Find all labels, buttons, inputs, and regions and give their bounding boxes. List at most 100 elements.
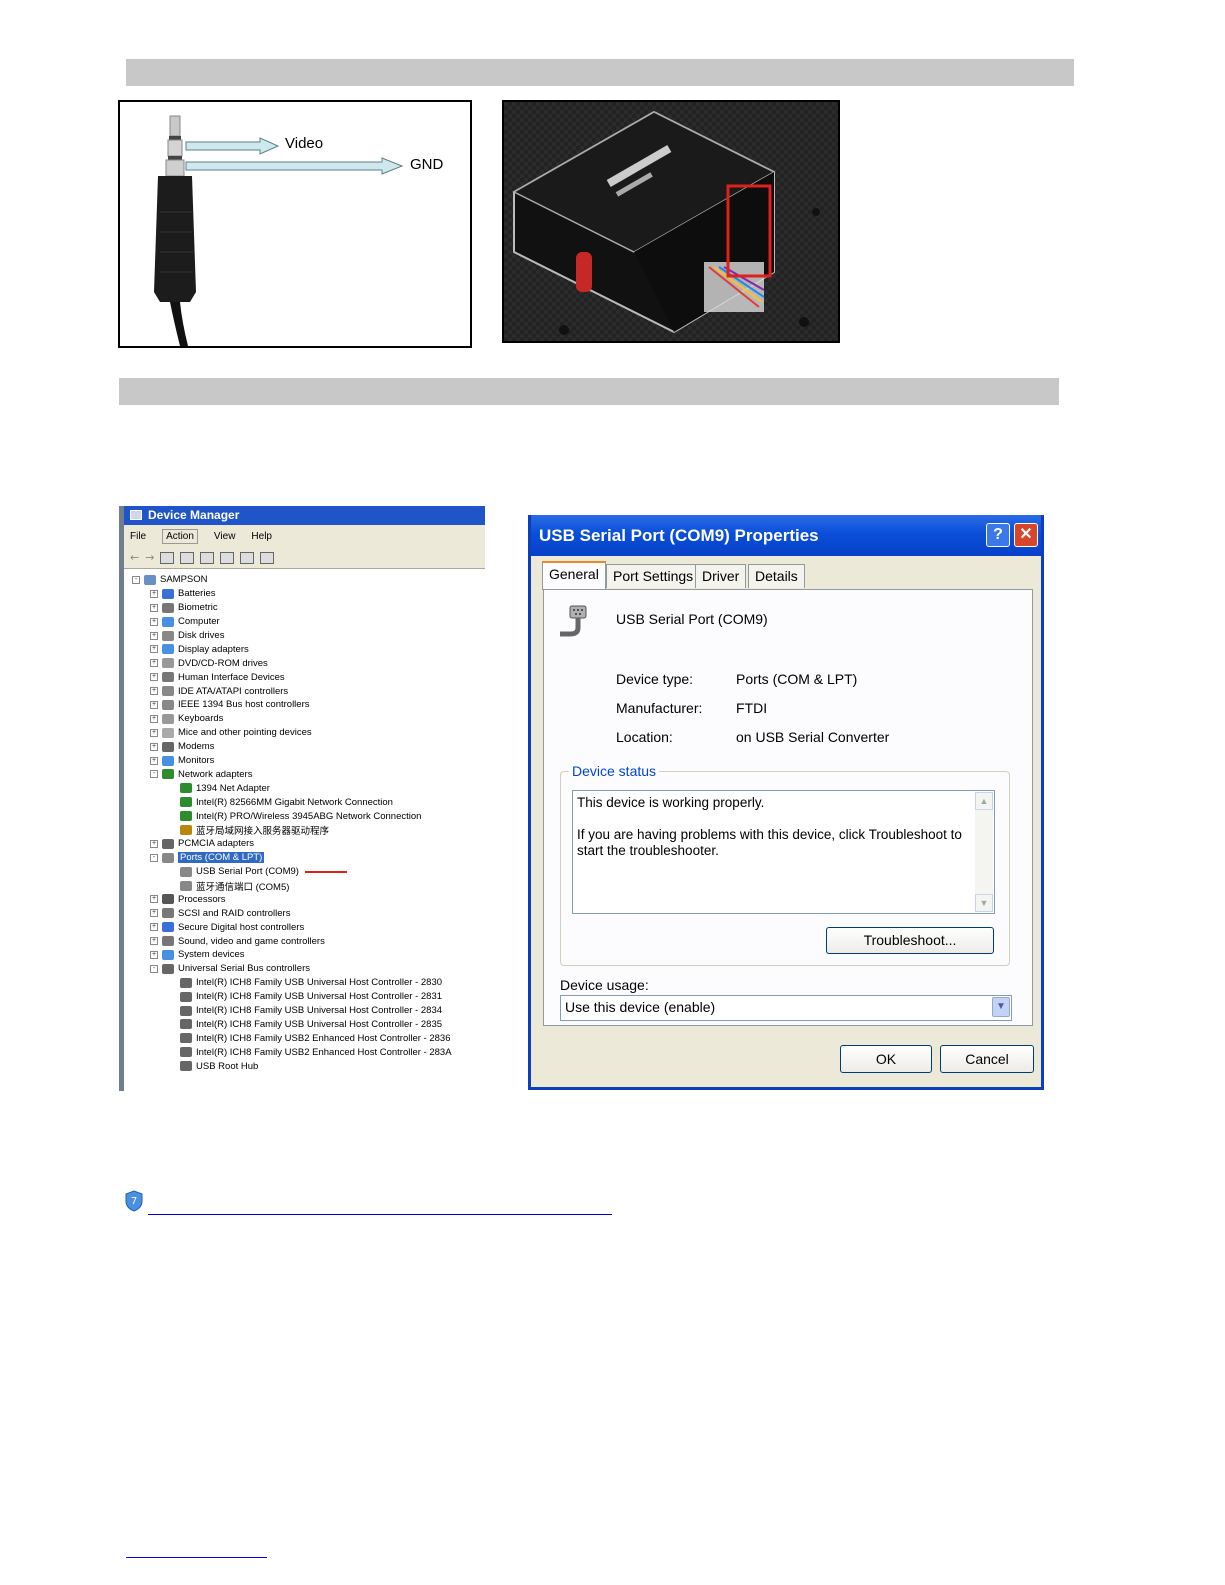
tree-node[interactable]: Intel(R) ICH8 Family USB Universal Host … bbox=[124, 990, 485, 1004]
expand-icon[interactable]: + bbox=[150, 923, 158, 932]
dm-title: Device Manager bbox=[148, 508, 240, 522]
expand-icon[interactable]: + bbox=[150, 673, 158, 682]
tree-view-icon[interactable] bbox=[160, 551, 175, 564]
menu-view[interactable]: View bbox=[214, 531, 236, 542]
tab-details[interactable]: Details bbox=[748, 564, 805, 588]
tree-node[interactable]: Intel(R) 82566MM Gigabit Network Connect… bbox=[124, 795, 485, 809]
menu-action[interactable]: Action bbox=[162, 528, 198, 544]
tree-node[interactable]: 蓝牙局域网接入服务器驱动程序 bbox=[124, 823, 485, 837]
section-bar-2 bbox=[119, 378, 1059, 405]
collapse-icon[interactable]: - bbox=[150, 853, 158, 862]
cancel-button[interactable]: Cancel bbox=[940, 1045, 1034, 1073]
svg-text:7: 7 bbox=[131, 1196, 137, 1207]
tree-node[interactable]: Intel(R) ICH8 Family USB Universal Host … bbox=[124, 976, 485, 990]
footer-line bbox=[126, 1557, 267, 1558]
tree-node[interactable]: + Monitors bbox=[124, 754, 485, 768]
tree-node[interactable]: Intel(R) ICH8 Family USB Universal Host … bbox=[124, 1018, 485, 1032]
tab-port-settings[interactable]: Port Settings bbox=[606, 564, 701, 588]
expand-icon[interactable]: + bbox=[150, 589, 158, 598]
gnd-label: GND bbox=[410, 156, 444, 173]
tree-root[interactable]: - SAMPSON bbox=[124, 573, 485, 587]
expand-icon[interactable]: + bbox=[150, 603, 158, 612]
tree-node[interactable]: - Network adapters bbox=[124, 767, 485, 781]
tree-node[interactable]: + Secure Digital host controllers bbox=[124, 920, 485, 934]
collapse-icon[interactable]: - bbox=[150, 770, 158, 779]
device-icon bbox=[162, 588, 174, 599]
menu-file[interactable]: File bbox=[130, 531, 146, 542]
ok-button[interactable]: OK bbox=[840, 1045, 932, 1073]
properties-icon[interactable] bbox=[180, 551, 195, 564]
expand-icon[interactable]: + bbox=[150, 700, 158, 709]
print-icon[interactable] bbox=[200, 551, 215, 564]
scan-hardware-icon[interactable] bbox=[260, 551, 275, 564]
tree-node[interactable]: - Universal Serial Bus controllers bbox=[124, 962, 485, 976]
tree-node[interactable]: Intel(R) PRO/Wireless 3945ABG Network Co… bbox=[124, 809, 485, 823]
tree-node[interactable]: + IEEE 1394 Bus host controllers bbox=[124, 698, 485, 712]
expand-icon[interactable]: + bbox=[150, 909, 158, 918]
tree-node[interactable]: - Ports (COM & LPT) bbox=[124, 851, 485, 865]
tree-node[interactable]: + PCMCIA adapters bbox=[124, 837, 485, 851]
tree-node[interactable]: + IDE ATA/ATAPI controllers bbox=[124, 684, 485, 698]
help-button[interactable]: ? bbox=[986, 523, 1010, 547]
tree-node-label: Mice and other pointing devices bbox=[178, 727, 312, 739]
hyperlink-underline[interactable] bbox=[148, 1214, 612, 1215]
troubleshoot-button[interactable]: Troubleshoot... bbox=[826, 927, 994, 954]
device-icon bbox=[180, 1033, 192, 1044]
expand-icon[interactable]: + bbox=[150, 895, 158, 904]
expand-icon[interactable]: + bbox=[150, 631, 158, 640]
tree-node[interactable]: + Biometric bbox=[124, 601, 485, 615]
tree-node[interactable]: Intel(R) ICH8 Family USB Universal Host … bbox=[124, 1004, 485, 1018]
tree-node[interactable]: Intel(R) ICH8 Family USB2 Enhanced Host … bbox=[124, 1031, 485, 1045]
tree-node[interactable]: + Processors bbox=[124, 892, 485, 906]
manufacturer-value: FTDI bbox=[736, 700, 768, 716]
tab-driver[interactable]: Driver bbox=[695, 564, 747, 588]
tree-node[interactable]: + Human Interface Devices bbox=[124, 670, 485, 684]
help-icon[interactable] bbox=[220, 551, 235, 564]
collapse-icon[interactable]: - bbox=[150, 964, 158, 973]
status-scrollbar[interactable]: ▲ ▼ bbox=[975, 792, 993, 912]
tree-node-label: Sound, video and game controllers bbox=[178, 935, 325, 947]
tree-node[interactable]: + System devices bbox=[124, 948, 485, 962]
expand-icon[interactable]: + bbox=[150, 617, 158, 626]
chevron-down-icon[interactable]: ▼ bbox=[992, 997, 1010, 1017]
tree-node[interactable]: USB Serial Port (COM9) bbox=[124, 865, 485, 879]
expand-icon[interactable]: + bbox=[150, 645, 158, 654]
expand-icon[interactable]: + bbox=[150, 687, 158, 696]
forward-icon[interactable]: → bbox=[145, 551, 154, 564]
expand-icon[interactable]: + bbox=[150, 728, 158, 737]
expand-icon[interactable]: + bbox=[150, 950, 158, 959]
scroll-down-icon[interactable]: ▼ bbox=[975, 894, 993, 912]
tree-node[interactable]: + Keyboards bbox=[124, 712, 485, 726]
expand-icon[interactable]: + bbox=[150, 839, 158, 848]
tree-node[interactable]: + Sound, video and game controllers bbox=[124, 934, 485, 948]
tree-node-label: Intel(R) 82566MM Gigabit Network Connect… bbox=[196, 796, 393, 808]
tree-node[interactable]: 1394 Net Adapter bbox=[124, 781, 485, 795]
expand-icon[interactable]: + bbox=[150, 659, 158, 668]
tab-general[interactable]: General bbox=[542, 561, 606, 590]
tree-node[interactable]: USB Root Hub bbox=[124, 1059, 485, 1073]
tree-node[interactable]: + Modems bbox=[124, 740, 485, 754]
scroll-up-icon[interactable]: ▲ bbox=[975, 792, 993, 810]
tree-node[interactable]: + Mice and other pointing devices bbox=[124, 726, 485, 740]
expand-icon[interactable]: + bbox=[150, 937, 158, 946]
device-icon bbox=[162, 908, 174, 919]
tree-node[interactable]: + DVD/CD-ROM drives bbox=[124, 656, 485, 670]
tree-node[interactable]: Intel(R) ICH8 Family USB2 Enhanced Host … bbox=[124, 1045, 485, 1059]
tree-node[interactable]: 蓝牙通信端口 (COM5) bbox=[124, 879, 485, 893]
tree-node[interactable]: + Batteries bbox=[124, 587, 485, 601]
device-icon bbox=[162, 755, 174, 766]
collapse-icon[interactable]: - bbox=[132, 575, 140, 584]
tree-node[interactable]: + SCSI and RAID controllers bbox=[124, 906, 485, 920]
tree-node[interactable]: + Display adapters bbox=[124, 642, 485, 656]
tree-node[interactable]: + Computer bbox=[124, 615, 485, 629]
expand-icon[interactable]: + bbox=[150, 742, 158, 751]
tree-node[interactable]: + Disk drives bbox=[124, 629, 485, 643]
expand-icon[interactable]: + bbox=[150, 714, 158, 723]
back-icon[interactable]: ← bbox=[130, 551, 139, 564]
view-icon[interactable] bbox=[240, 551, 255, 564]
device-icon bbox=[180, 991, 192, 1002]
expand-icon[interactable]: + bbox=[150, 756, 158, 765]
menu-help[interactable]: Help bbox=[251, 531, 272, 542]
close-button[interactable]: ✕ bbox=[1014, 523, 1038, 547]
device-usage-select[interactable]: Use this device (enable) ▼ bbox=[560, 995, 1012, 1021]
